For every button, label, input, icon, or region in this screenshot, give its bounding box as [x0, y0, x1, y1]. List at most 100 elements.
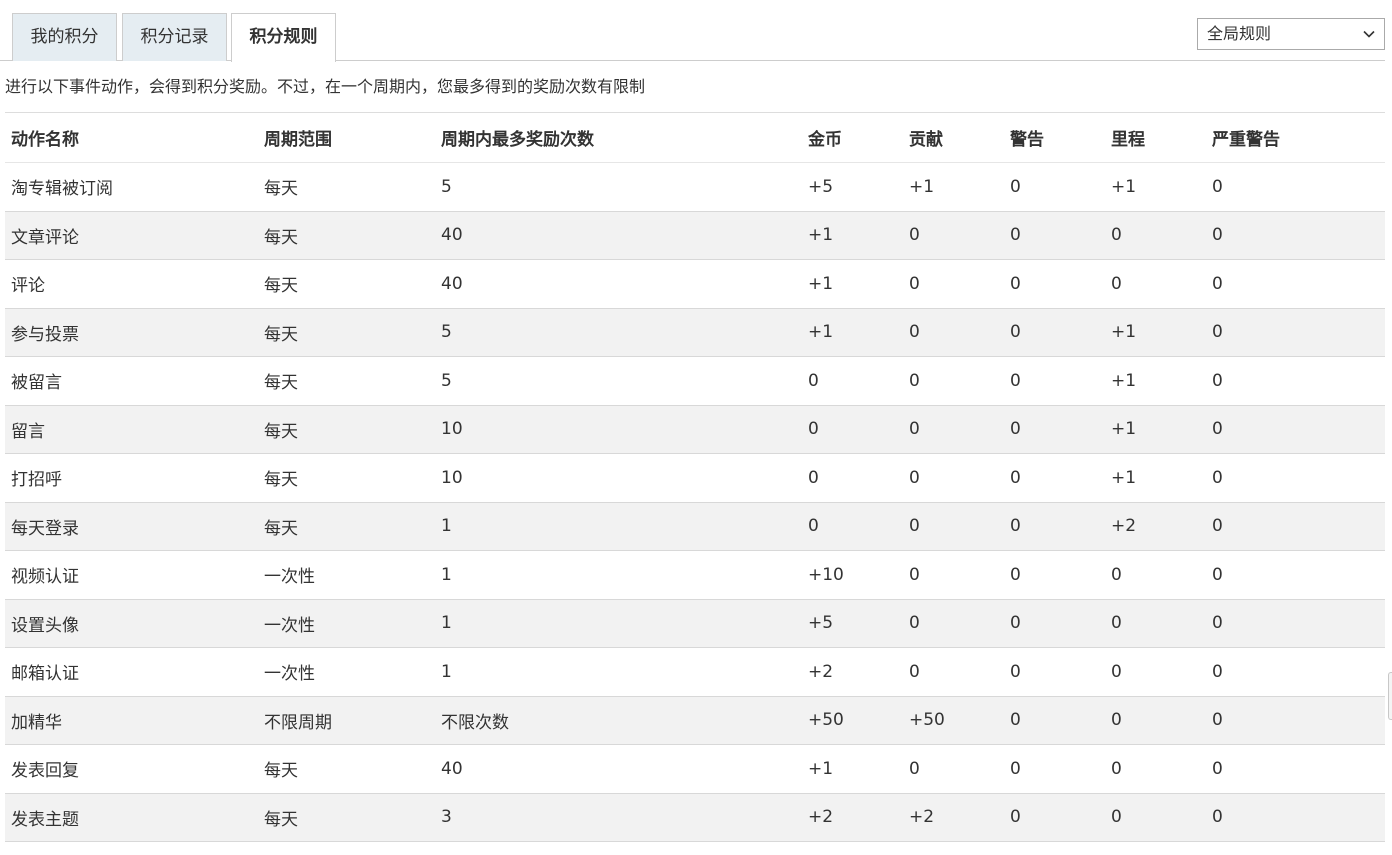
- action-name-cell: 发表回复: [11, 761, 79, 782]
- scope-select[interactable]: 全局规则: [1197, 18, 1385, 50]
- mileage-cell: 0: [1111, 225, 1122, 246]
- severe-warning-cell: 0: [1212, 322, 1223, 343]
- period-cell: 每天: [264, 227, 298, 248]
- warning-cell: 0: [1010, 467, 1021, 488]
- warning-cell: 0: [1010, 516, 1021, 537]
- mileage-cell: +1: [1111, 419, 1137, 440]
- gold-cell: 0: [808, 467, 819, 488]
- period-cell: 每天: [264, 470, 298, 491]
- max-rewards-cell: 1: [441, 564, 452, 585]
- table-row: 留言 每天 10 0 0 0 +1 0: [5, 405, 1385, 454]
- contribution-cell: 0: [909, 273, 920, 294]
- action-name-cell: 邮箱认证: [11, 664, 79, 685]
- action-name-cell: 发表主题: [11, 809, 79, 830]
- period-cell: 每天: [264, 809, 298, 830]
- table-row: 发表主题 每天 3 +2 +2 0 0 0: [5, 793, 1385, 842]
- warning-cell: 0: [1010, 807, 1021, 828]
- action-name-cell: 打招呼: [11, 470, 62, 491]
- gold-cell: 0: [808, 516, 819, 537]
- contribution-cell: 0: [909, 564, 920, 585]
- max-rewards-cell: 3: [441, 807, 452, 828]
- period-cell: 每天: [264, 761, 298, 782]
- warning-cell: 0: [1010, 273, 1021, 294]
- period-cell: 一次性: [264, 664, 315, 685]
- severe-warning-cell: 0: [1212, 273, 1223, 294]
- table-row: 视频认证 一次性 1 +10 0 0 0 0: [5, 551, 1385, 599]
- contribution-cell: 0: [909, 758, 920, 779]
- severe-warning-cell: 0: [1212, 661, 1223, 682]
- table-row: 设置头像 一次性 1 +5 0 0 0 0: [5, 599, 1385, 648]
- mileage-cell: +1: [1111, 370, 1137, 391]
- contribution-cell: 0: [909, 370, 920, 391]
- period-cell: 不限周期: [264, 712, 332, 733]
- rules-notice: 进行以下事件动作，会得到积分奖励。不过，在一个周期内，您最多得到的奖励次数有限制: [5, 77, 646, 96]
- contribution-header: 贡献: [903, 112, 1004, 163]
- warning-cell: 0: [1010, 176, 1021, 197]
- table-row: 加精华 不限周期 不限次数 +50 +50 0 0 0: [5, 696, 1385, 745]
- warning-cell: 0: [1010, 710, 1021, 731]
- table-row: 评论 每天 40 +1 0 0 0 0: [5, 260, 1385, 308]
- severe-warning-header: 严重警告: [1206, 112, 1385, 163]
- severe-warning-cell: 0: [1212, 419, 1223, 440]
- mileage-cell: 0: [1111, 613, 1122, 634]
- mileage-cell: +1: [1111, 467, 1137, 488]
- chevron-down-icon: [1363, 30, 1375, 38]
- action-name-cell: 淘专辑被订阅: [11, 179, 113, 200]
- period-cell: 每天: [264, 324, 298, 345]
- action-name-header: 动作名称: [5, 112, 258, 163]
- mileage-cell: 0: [1111, 273, 1122, 294]
- gold-cell: +2: [808, 661, 834, 682]
- warning-cell: 0: [1010, 322, 1021, 343]
- table-row: 文章评论 每天 40 +1 0 0 0 0: [5, 211, 1385, 260]
- scrollbar-handle[interactable]: [1388, 672, 1392, 720]
- severe-warning-cell: 0: [1212, 613, 1223, 634]
- scope-select-value: 全局规则: [1207, 24, 1272, 43]
- action-name-cell: 加精华: [11, 712, 62, 733]
- contribution-cell: 0: [909, 661, 920, 682]
- table-row: 被留言 每天 5 0 0 0 +1 0: [5, 357, 1385, 405]
- mileage-cell: +2: [1111, 516, 1137, 537]
- action-name-cell: 参与投票: [11, 324, 79, 345]
- table-header-row: 动作名称 周期范围 周期内最多奖励次数 金币 贡献 警告 里程 严重警告: [5, 112, 1385, 163]
- max-rewards-cell: 10: [441, 467, 463, 488]
- mileage-cell: +1: [1111, 322, 1137, 343]
- contribution-cell: +2: [909, 807, 935, 828]
- max-rewards-cell: 1: [441, 516, 452, 537]
- severe-warning-cell: 0: [1212, 710, 1223, 731]
- severe-warning-cell: 0: [1212, 516, 1223, 537]
- gold-header: 金币: [802, 112, 903, 163]
- tab-my-points[interactable]: 我的积分: [12, 13, 117, 61]
- action-name-cell: 被留言: [11, 373, 62, 394]
- gold-cell: +10: [808, 564, 844, 585]
- max-rewards-cell: 40: [441, 758, 463, 779]
- severe-warning-cell: 0: [1212, 564, 1223, 585]
- table-row: 参与投票 每天 5 +1 0 0 +1 0: [5, 308, 1385, 357]
- contribution-cell: 0: [909, 322, 920, 343]
- period-cell: 一次性: [264, 567, 315, 588]
- severe-warning-cell: 0: [1212, 370, 1223, 391]
- action-name-cell: 每天登录: [11, 518, 79, 539]
- max-rewards-cell: 10: [441, 419, 463, 440]
- action-name-cell: 设置头像: [11, 615, 79, 636]
- warning-cell: 0: [1010, 758, 1021, 779]
- tab-points-rules[interactable]: 积分规则: [231, 13, 336, 62]
- tab-points-history[interactable]: 积分记录: [122, 13, 227, 61]
- mileage-cell: 0: [1111, 564, 1122, 585]
- severe-warning-cell: 0: [1212, 225, 1223, 246]
- warning-cell: 0: [1010, 661, 1021, 682]
- warning-cell: 0: [1010, 613, 1021, 634]
- contribution-cell: 0: [909, 225, 920, 246]
- severe-warning-cell: 0: [1212, 807, 1223, 828]
- max-rewards-cell: 5: [441, 322, 452, 343]
- mileage-cell: 0: [1111, 661, 1122, 682]
- mileage-cell: +1: [1111, 176, 1137, 197]
- mileage-header: 里程: [1105, 112, 1206, 163]
- warning-cell: 0: [1010, 370, 1021, 391]
- warning-cell: 0: [1010, 225, 1021, 246]
- max-rewards-cell: 40: [441, 273, 463, 294]
- warning-cell: 0: [1010, 419, 1021, 440]
- severe-warning-cell: 0: [1212, 176, 1223, 197]
- warning-header: 警告: [1004, 112, 1105, 163]
- action-name-cell: 文章评论: [11, 227, 79, 248]
- period-cell: 每天: [264, 276, 298, 297]
